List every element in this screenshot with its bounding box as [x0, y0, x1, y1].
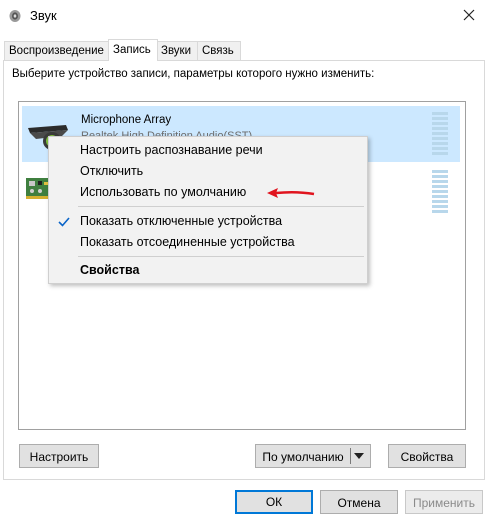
- split-divider: [350, 448, 351, 464]
- level-meter: [432, 170, 448, 216]
- menu-item-set-default[interactable]: Использовать по умолчанию: [49, 181, 367, 203]
- level-meter: [432, 112, 448, 158]
- window-title: Звук: [30, 8, 57, 23]
- tab-communications[interactable]: Связь: [197, 41, 241, 60]
- menu-item-label: Отключить: [80, 164, 144, 178]
- menu-separator: [78, 206, 364, 207]
- menu-item-label: Показать отключенные устройства: [80, 214, 283, 228]
- checkmark-icon: [57, 214, 71, 228]
- menu-item-speech-recognition[interactable]: Настроить распознавание речи: [49, 139, 367, 161]
- menu-item-show-disabled[interactable]: Показать отключенные устройства: [49, 210, 367, 232]
- tab-recording[interactable]: Запись: [108, 39, 158, 61]
- menu-item-label: Настроить распознавание речи: [80, 143, 263, 157]
- ok-button[interactable]: ОК: [235, 490, 313, 514]
- sound-dialog: Звук Воспроизведение Запись Звуки Связь …: [0, 0, 488, 519]
- annotation-arrow-icon: [266, 187, 316, 199]
- menu-item-label: Свойства: [80, 263, 140, 277]
- set-default-button[interactable]: По умолчанию: [256, 445, 350, 467]
- menu-item-label: Использовать по умолчанию: [80, 185, 247, 199]
- instructions-text: Выберите устройство записи, параметры ко…: [12, 68, 375, 80]
- context-menu: Настроить распознавание речи Отключить И…: [48, 136, 368, 284]
- close-icon: [463, 9, 475, 21]
- menu-item-show-disconnected[interactable]: Показать отсоединенные устройства: [49, 231, 367, 253]
- dropdown-arrow-icon[interactable]: [353, 448, 365, 464]
- properties-button[interactable]: Свойства: [388, 444, 466, 468]
- close-button[interactable]: [458, 4, 480, 26]
- configure-button[interactable]: Настроить: [19, 444, 99, 468]
- tab-sounds[interactable]: Звуки: [156, 41, 199, 60]
- cancel-button[interactable]: Отмена: [320, 490, 398, 514]
- speaker-icon: [8, 9, 22, 23]
- title-bar: Звук: [0, 0, 488, 32]
- set-default-split-button[interactable]: По умолчанию: [255, 444, 371, 468]
- menu-item-disable[interactable]: Отключить: [49, 160, 367, 182]
- tab-playback[interactable]: Воспроизведение: [4, 41, 110, 60]
- device-name: Microphone Array: [81, 114, 172, 126]
- menu-item-label: Показать отсоединенные устройства: [80, 235, 295, 249]
- menu-separator: [78, 256, 364, 257]
- apply-button[interactable]: Применить: [405, 490, 483, 514]
- menu-item-properties[interactable]: Свойства: [49, 259, 367, 281]
